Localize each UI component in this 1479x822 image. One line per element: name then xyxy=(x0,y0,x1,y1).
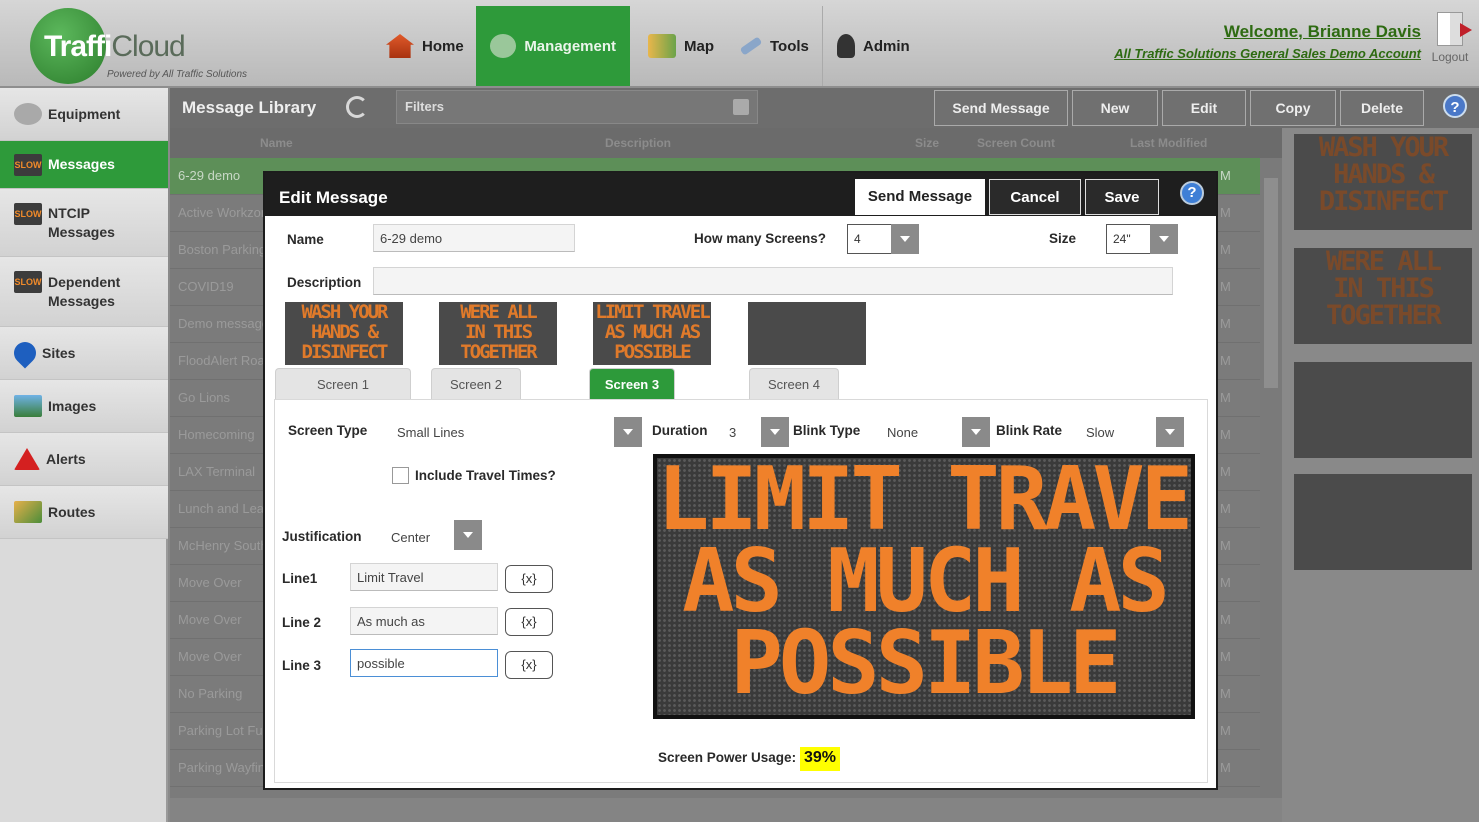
justification-select[interactable]: Center xyxy=(387,522,451,552)
justification-label: Justification xyxy=(282,529,362,544)
chevron-down-icon[interactable] xyxy=(761,417,789,447)
thumbnail-line: WERE ALL xyxy=(460,302,538,323)
line1-variable-button[interactable]: {x} xyxy=(505,565,553,593)
power-usage-label: Screen Power Usage: xyxy=(658,750,797,765)
screens-count-select[interactable]: 4 xyxy=(847,224,893,254)
thumbnail-line: TOGETHER xyxy=(460,341,538,363)
duration-select[interactable]: 3 xyxy=(725,417,759,447)
line1-field[interactable]: Limit Travel xyxy=(350,563,498,591)
screen-thumbnail-3[interactable]: LIMIT TRAVEL AS MUCH AS POSSIBLE xyxy=(593,302,711,365)
line2-field[interactable]: As much as xyxy=(350,607,498,635)
size-select[interactable]: 24" xyxy=(1106,224,1152,254)
include-travel-times-label: Include Travel Times? xyxy=(415,468,556,483)
tab-screen-2[interactable]: Screen 2 xyxy=(431,368,521,400)
chevron-down-icon[interactable] xyxy=(614,417,642,447)
sign-line-1: LIMIT TRAVEL xyxy=(657,454,1195,550)
chevron-down-icon[interactable] xyxy=(891,224,919,254)
led-sign-preview: LIMIT TRAVEL AS MUCH AS POSSIBLE xyxy=(653,454,1195,719)
dialog-help-icon[interactable]: ? xyxy=(1180,181,1204,205)
blink-type-label: Blink Type xyxy=(793,423,861,438)
sign-line-3: POSSIBLE xyxy=(730,612,1121,714)
screen-type-label: Screen Type xyxy=(288,423,368,438)
dialog-save-button[interactable]: Save xyxy=(1085,179,1159,215)
size-label: Size xyxy=(1049,231,1077,246)
screen-type-select[interactable]: Small Lines xyxy=(393,417,613,447)
blink-rate-label: Blink Rate xyxy=(996,423,1063,438)
edit-message-dialog: Edit Message Send Message Cancel Save ? … xyxy=(263,171,1218,790)
chevron-down-icon[interactable] xyxy=(1156,417,1184,447)
dialog-send-message-button[interactable]: Send Message xyxy=(855,179,985,215)
dialog-title: Edit Message xyxy=(279,188,388,207)
thumbnail-line: WASH YOUR xyxy=(301,302,389,323)
description-field[interactable] xyxy=(373,267,1173,295)
include-travel-times-checkbox[interactable] xyxy=(392,467,409,484)
modal-overlay: Edit Message Send Message Cancel Save ? … xyxy=(0,0,1479,822)
thumbnail-line: HANDS & xyxy=(310,321,379,343)
blink-rate-select[interactable]: Slow xyxy=(1082,417,1158,447)
tab-screen-1[interactable]: Screen 1 xyxy=(275,368,411,400)
thumbnail-line: POSSIBLE xyxy=(614,341,692,363)
duration-label: Duration xyxy=(652,423,708,438)
thumbnail-line: IN THIS xyxy=(464,321,533,343)
tab-screen-4[interactable]: Screen 4 xyxy=(749,368,839,400)
screen-thumbnail-2[interactable]: WERE ALL IN THIS TOGETHER xyxy=(439,302,557,365)
sign-line-2: AS MUCH AS xyxy=(682,530,1170,632)
chevron-down-icon[interactable] xyxy=(962,417,990,447)
blink-type-select[interactable]: None xyxy=(883,417,959,447)
dialog-cancel-button[interactable]: Cancel xyxy=(989,179,1081,215)
thumbnail-line: LIMIT TRAVEL xyxy=(595,302,710,323)
description-label: Description xyxy=(287,275,362,290)
screens-count-label: How many Screens? xyxy=(694,231,827,246)
dialog-header: Edit Message Send Message Cancel Save ? xyxy=(265,173,1216,216)
line3-variable-button[interactable]: {x} xyxy=(505,651,553,679)
line2-label: Line 2 xyxy=(282,615,322,630)
line1-label: Line1 xyxy=(282,571,318,586)
power-usage-value: 39% xyxy=(800,747,841,771)
screen-thumbnail-4[interactable] xyxy=(748,302,866,365)
chevron-down-icon[interactable] xyxy=(454,520,482,550)
chevron-down-icon[interactable] xyxy=(1150,224,1178,254)
name-field[interactable]: 6-29 demo xyxy=(373,224,575,252)
line3-label: Line 3 xyxy=(282,658,322,673)
line3-field[interactable]: possible xyxy=(350,649,498,677)
screen-thumbnail-1[interactable]: WASH YOUR HANDS & DISINFECT xyxy=(285,302,403,365)
tab-screen-3[interactable]: Screen 3 xyxy=(589,368,675,400)
thumbnail-line: AS MUCH AS xyxy=(604,321,701,343)
line2-variable-button[interactable]: {x} xyxy=(505,608,553,636)
name-label: Name xyxy=(287,232,324,247)
thumbnail-line: DISINFECT xyxy=(301,341,389,363)
